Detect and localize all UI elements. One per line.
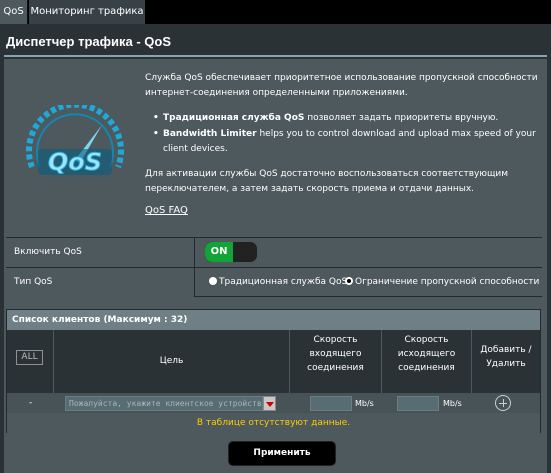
apply-button[interactable]: Применить — [229, 442, 335, 465]
enable-qos-row: Включить QoS ON — [6, 237, 542, 267]
bullet-traditional-text: позволяет задать приоритеты вручную. — [304, 113, 499, 123]
tab-traffic-monitor[interactable]: Мониторинг трафика — [29, 0, 145, 24]
select-all-button[interactable]: ALL — [16, 350, 43, 365]
bullet-limiter-title: Bandwidth Limiter — [163, 129, 257, 139]
radio-traditional-qos[interactable]: Традиционная служба QoS — [209, 268, 347, 297]
tab-bar: QoS Мониторинг трафика — [0, 0, 551, 24]
bullet-traditional: Традиционная служба QoS позволяет задать… — [153, 111, 538, 126]
page-title: Диспетчер трафика - QoS — [6, 34, 172, 49]
client-list-header-row: ALL Цель Скорость входящего соединения С… — [7, 330, 540, 393]
no-data-message: В таблице отсутствуют данные. — [7, 413, 540, 433]
qos-type-row: Тип QoS Традиционная служба QoS Ограниче… — [6, 267, 542, 297]
client-target-input[interactable]: Пожалуйста, укажите клиентское устройств… — [65, 396, 263, 411]
column-upload-speed: Скорость исходящего соединения — [397, 335, 456, 373]
qos-intro-text: Служба QoS обеспечивает приоритетное исп… — [145, 73, 538, 98]
bullet-traditional-title: Традиционная служба QoS — [163, 113, 305, 123]
qos-gauge-logo-icon: QoS — [26, 105, 124, 177]
toggle-on-label: ON — [205, 242, 233, 262]
bullet-bandwidth-limiter: Bandwidth Limiter helps you to control d… — [153, 127, 538, 157]
radio-bandwidth-limiter[interactable]: Ограничение пропускной способности — [345, 268, 539, 297]
column-add-delete: Добавить / Удалить — [480, 345, 532, 369]
download-speed-input[interactable] — [310, 396, 352, 411]
column-download-speed: Скорость входящего соединения — [307, 335, 364, 373]
upload-speed-input[interactable] — [397, 396, 439, 411]
enable-qos-label: Включить QoS — [6, 238, 195, 267]
qos-faq-link[interactable]: QoS FAQ — [145, 205, 188, 216]
column-target: Цель — [159, 356, 184, 366]
toggle-knob — [233, 242, 257, 262]
qos-activation-text: Для активации службы QoS достаточно восп… — [145, 169, 509, 194]
add-client-icon[interactable] — [495, 395, 511, 411]
radio-traditional-dot — [209, 276, 217, 285]
radio-bandwidth-limiter-label: Ограничение пропускной способности — [355, 277, 540, 287]
row-dash: - — [29, 398, 33, 408]
download-unit: Mb/s — [355, 399, 374, 408]
upload-unit: Mb/s — [443, 399, 462, 408]
radio-bandwidth-limiter-dot — [345, 276, 353, 285]
qos-type-label: Тип QoS — [6, 268, 195, 297]
title-divider — [4, 55, 547, 57]
enable-qos-toggle[interactable]: ON — [205, 242, 257, 262]
client-dropdown-button[interactable] — [263, 396, 276, 411]
client-list-table: Список клиентов (Максимум : 32) ALL Цель… — [6, 309, 541, 433]
client-list-title: Список клиентов (Максимум : 32) — [7, 310, 540, 330]
qos-settings-table: Включить QoS ON Тип QoS Традиционная слу… — [6, 237, 542, 297]
radio-traditional-label: Традиционная служба QoS — [219, 277, 348, 287]
new-client-row: - Пожалуйста, укажите клиентское устройс… — [7, 393, 540, 413]
tab-qos[interactable]: QoS — [0, 0, 28, 24]
svg-text:QoS: QoS — [48, 148, 102, 176]
